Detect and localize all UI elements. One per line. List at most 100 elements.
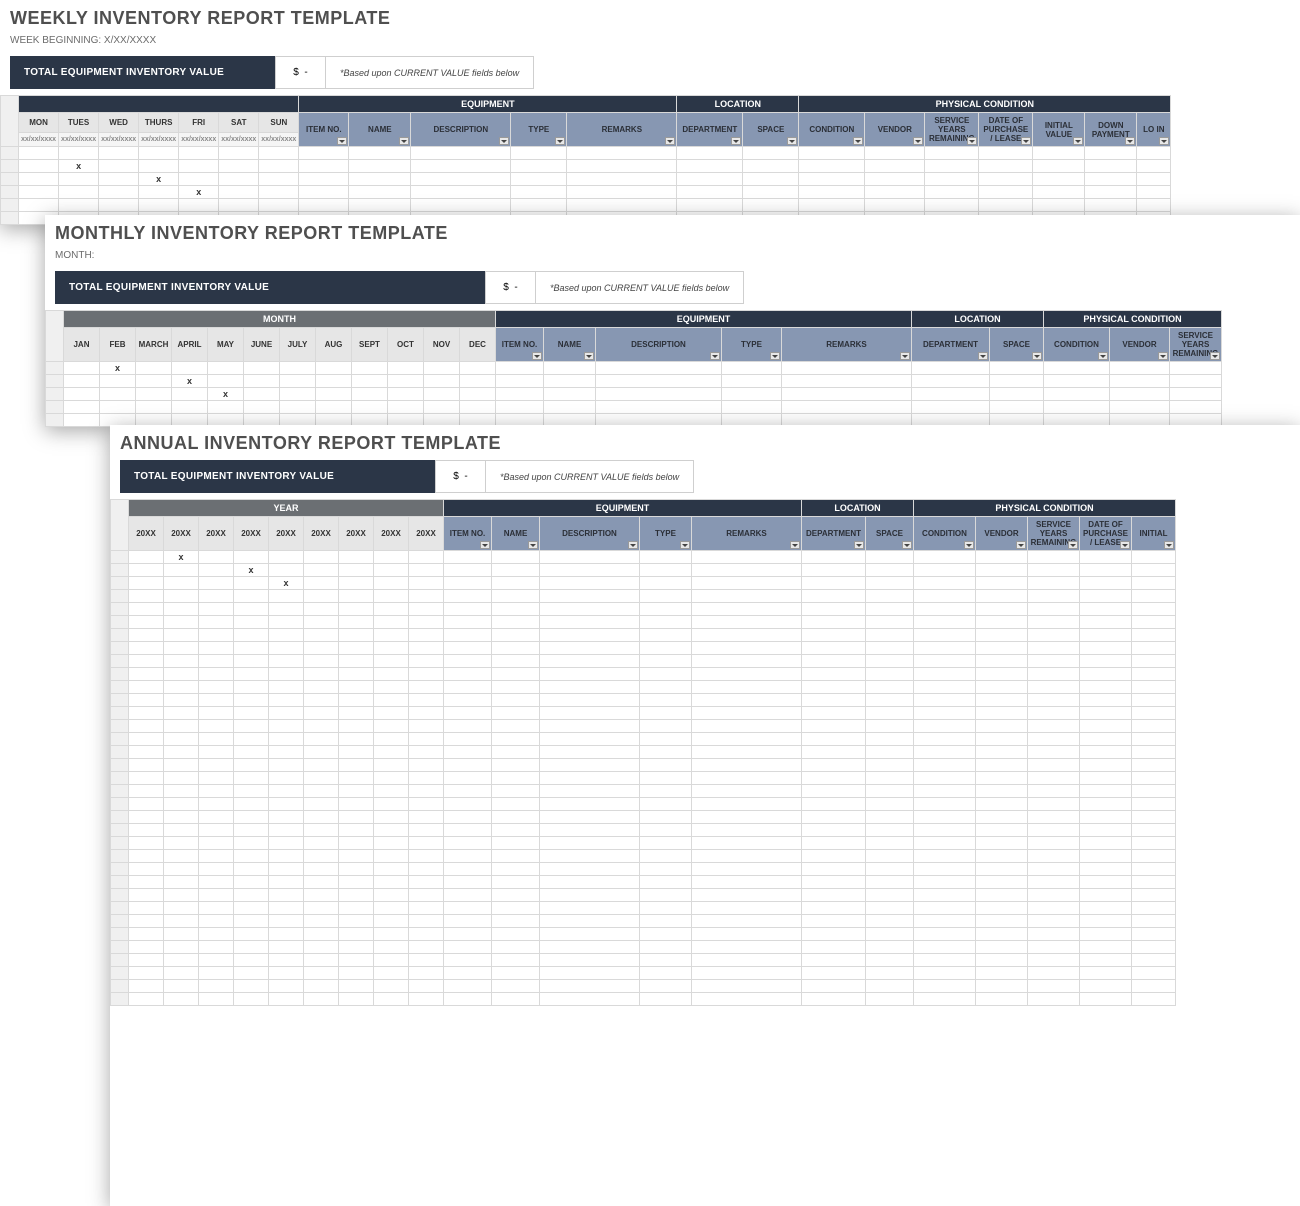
cell[interactable] [444, 941, 492, 954]
cell[interactable] [444, 928, 492, 941]
cell[interactable] [1132, 785, 1176, 798]
cell[interactable] [269, 785, 304, 798]
cell[interactable] [976, 811, 1028, 824]
cell[interactable] [269, 993, 304, 1006]
cell[interactable] [219, 160, 259, 173]
cell[interactable] [912, 401, 990, 414]
cell[interactable] [1132, 967, 1176, 980]
cell[interactable] [866, 681, 914, 694]
cell[interactable] [1028, 837, 1080, 850]
cell[interactable] [567, 186, 677, 199]
cell[interactable] [299, 199, 349, 212]
cell[interactable] [199, 668, 234, 681]
cell[interactable] [976, 694, 1028, 707]
cell[interactable] [802, 603, 866, 616]
cell[interactable] [865, 173, 925, 186]
cell[interactable] [304, 837, 339, 850]
cell[interactable] [99, 199, 139, 212]
cell[interactable] [1132, 915, 1176, 928]
column-header[interactable]: VENDOR [1110, 328, 1170, 362]
cell[interactable] [199, 876, 234, 889]
cell[interactable] [640, 590, 692, 603]
cell[interactable] [1080, 603, 1132, 616]
cell[interactable] [1080, 733, 1132, 746]
cell[interactable] [544, 362, 596, 375]
cell[interactable] [1080, 993, 1132, 1006]
cell[interactable] [866, 941, 914, 954]
cell[interactable] [1028, 824, 1080, 837]
cell[interactable] [234, 629, 269, 642]
filter-dropdown-icon[interactable] [532, 352, 542, 360]
filter-dropdown-icon[interactable] [499, 137, 509, 145]
cell[interactable] [692, 824, 802, 837]
cell[interactable] [925, 199, 979, 212]
cell[interactable] [374, 746, 409, 759]
cell[interactable] [640, 967, 692, 980]
cell[interactable] [424, 362, 460, 375]
cell[interactable] [692, 941, 802, 954]
cell[interactable] [540, 694, 640, 707]
cell[interactable] [1132, 811, 1176, 824]
cell[interactable] [199, 798, 234, 811]
cell[interactable] [492, 928, 540, 941]
cell[interactable] [976, 863, 1028, 876]
cell[interactable] [409, 889, 444, 902]
cell[interactable] [802, 590, 866, 603]
cell[interactable] [976, 915, 1028, 928]
cell[interactable] [492, 837, 540, 850]
cell[interactable] [374, 720, 409, 733]
cell[interactable] [1080, 954, 1132, 967]
cell[interactable] [866, 733, 914, 746]
cell[interactable] [64, 401, 100, 414]
cell[interactable] [374, 980, 409, 993]
cell[interactable] [802, 837, 866, 850]
cell[interactable] [540, 928, 640, 941]
cell[interactable] [424, 388, 460, 401]
cell[interactable] [692, 720, 802, 733]
cell[interactable] [304, 720, 339, 733]
cell[interactable] [692, 733, 802, 746]
cell[interactable] [339, 603, 374, 616]
cell[interactable] [339, 577, 374, 590]
cell[interactable] [234, 616, 269, 629]
total-value[interactable]: $ - [275, 56, 325, 89]
cell[interactable] [1080, 837, 1132, 850]
cell[interactable] [692, 746, 802, 759]
cell[interactable] [304, 902, 339, 915]
cell[interactable] [304, 993, 339, 1006]
cell[interactable] [802, 655, 866, 668]
cell[interactable] [692, 850, 802, 863]
filter-dropdown-icon[interactable] [853, 137, 863, 145]
cell[interactable] [802, 668, 866, 681]
cell[interactable] [692, 759, 802, 772]
cell[interactable] [640, 759, 692, 772]
cell[interactable] [540, 681, 640, 694]
cell[interactable] [692, 876, 802, 889]
date-placeholder[interactable]: xx/xx/xxxx [219, 133, 259, 147]
column-header[interactable]: DESCRIPTION [596, 328, 722, 362]
cell[interactable] [244, 388, 280, 401]
cell[interactable] [269, 681, 304, 694]
cell[interactable] [19, 160, 59, 173]
cell[interactable] [1085, 147, 1137, 160]
cell[interactable] [352, 375, 388, 388]
cell[interactable] [409, 759, 444, 772]
cell[interactable] [374, 811, 409, 824]
filter-dropdown-icon[interactable] [967, 137, 977, 145]
cell[interactable] [444, 603, 492, 616]
cell[interactable] [259, 186, 299, 199]
cell[interactable] [511, 186, 567, 199]
cell[interactable] [374, 993, 409, 1006]
cell[interactable] [990, 388, 1044, 401]
cell[interactable] [234, 915, 269, 928]
cell[interactable] [1080, 928, 1132, 941]
cell[interactable] [782, 362, 912, 375]
cell[interactable] [339, 707, 374, 720]
cell[interactable] [339, 967, 374, 980]
cell[interactable] [199, 642, 234, 655]
cell[interactable] [1028, 928, 1080, 941]
cell[interactable] [567, 173, 677, 186]
cell[interactable] [199, 733, 234, 746]
cell[interactable] [976, 616, 1028, 629]
cell[interactable] [374, 850, 409, 863]
